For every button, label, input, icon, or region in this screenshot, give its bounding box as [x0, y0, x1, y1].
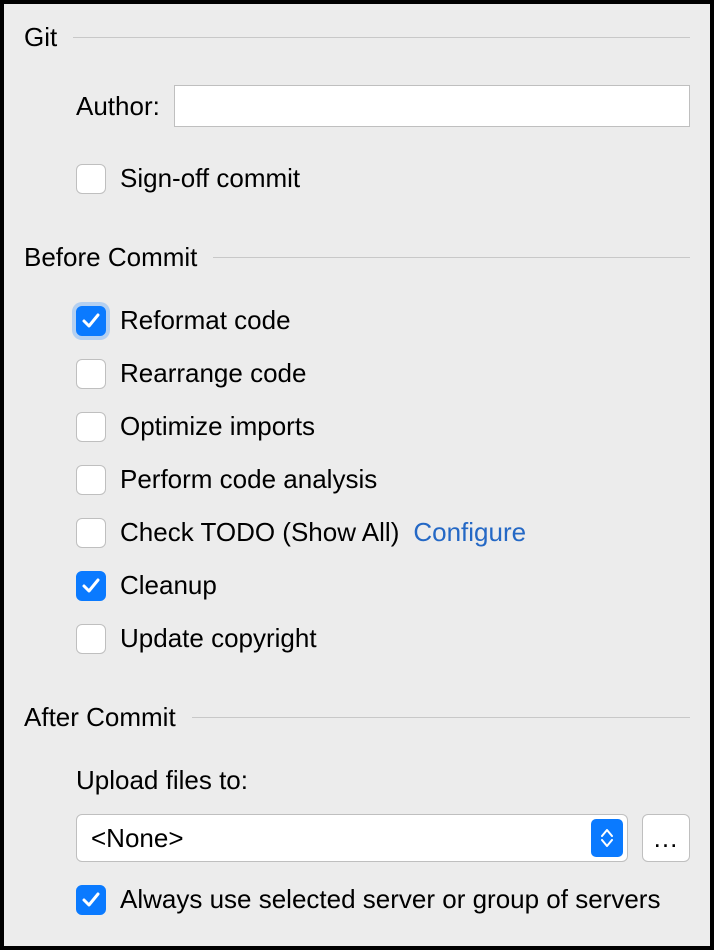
chevron-updown-icon [591, 819, 623, 857]
check-todo-row: Check TODO (Show All) Configure [76, 517, 690, 548]
author-label: Author: [76, 91, 160, 122]
upload-select-row: <None> ... [76, 814, 690, 862]
optimize-imports-row: Optimize imports [76, 411, 690, 442]
always-use-label: Always use selected server or group of s… [120, 884, 660, 915]
check-todo-checkbox[interactable] [76, 518, 106, 548]
signoff-row: Sign-off commit [76, 163, 690, 194]
optimize-imports-checkbox[interactable] [76, 412, 106, 442]
ellipsis-icon: ... [654, 823, 679, 854]
reformat-code-label: Reformat code [120, 305, 291, 336]
update-copyright-checkbox[interactable] [76, 624, 106, 654]
optimize-imports-label: Optimize imports [120, 411, 315, 442]
signoff-checkbox[interactable] [76, 164, 106, 194]
reformat-code-row: Reformat code [76, 305, 690, 336]
upload-select[interactable]: <None> [76, 814, 628, 862]
before-title: Before Commit [24, 242, 197, 273]
code-analysis-checkbox[interactable] [76, 465, 106, 495]
code-analysis-label: Perform code analysis [120, 464, 377, 495]
upload-select-value: <None> [91, 823, 591, 854]
divider [73, 37, 690, 38]
cleanup-checkbox[interactable] [76, 571, 106, 601]
rearrange-code-checkbox[interactable] [76, 359, 106, 389]
after-header: After Commit [24, 702, 690, 733]
cleanup-label: Cleanup [120, 570, 217, 601]
after-commit-section: After Commit Upload files to: <None> ...… [24, 702, 690, 915]
before-header: Before Commit [24, 242, 690, 273]
author-input[interactable] [174, 85, 690, 127]
after-title: After Commit [24, 702, 176, 733]
cleanup-row: Cleanup [76, 570, 690, 601]
configure-link[interactable]: Configure [413, 517, 526, 548]
author-row: Author: [76, 85, 690, 127]
check-todo-label: Check TODO (Show All) [120, 517, 399, 548]
more-button[interactable]: ... [642, 814, 690, 862]
git-title: Git [24, 22, 57, 53]
divider [192, 717, 690, 718]
upload-label: Upload files to: [76, 765, 690, 796]
git-section: Git Author: Sign-off commit [24, 22, 690, 194]
before-items: Reformat code Rearrange code Optimize im… [24, 305, 690, 654]
signoff-label: Sign-off commit [120, 163, 300, 194]
git-header: Git [24, 22, 690, 53]
rearrange-code-label: Rearrange code [120, 358, 306, 389]
update-copyright-label: Update copyright [120, 623, 317, 654]
reformat-code-checkbox[interactable] [76, 306, 106, 336]
before-commit-section: Before Commit Reformat code Rearrange co… [24, 242, 690, 654]
always-use-checkbox[interactable] [76, 885, 106, 915]
update-copyright-row: Update copyright [76, 623, 690, 654]
divider [213, 257, 690, 258]
rearrange-code-row: Rearrange code [76, 358, 690, 389]
always-use-row: Always use selected server or group of s… [76, 884, 690, 915]
code-analysis-row: Perform code analysis [76, 464, 690, 495]
